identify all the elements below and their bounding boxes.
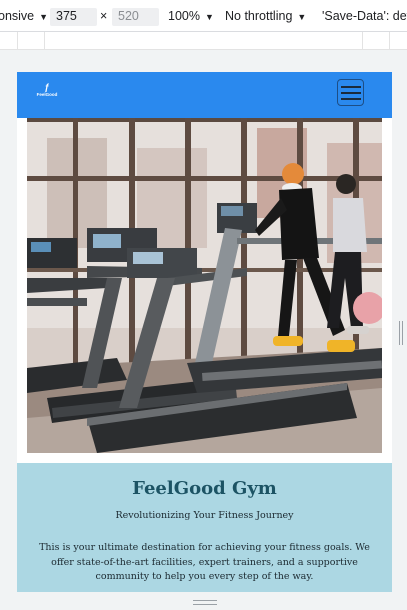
brand-logo[interactable]: ƒ FeelGood xyxy=(36,82,58,97)
hamburger-icon xyxy=(341,98,361,100)
ruler-tick xyxy=(362,32,363,50)
zoom-select[interactable]: 100% ▼ xyxy=(168,9,214,23)
dimension-separator: × xyxy=(100,9,108,23)
throttling-label: No throttling xyxy=(225,9,293,23)
gym-tagline: Revolutionizing Your Fitness Journey xyxy=(115,510,294,521)
chevron-down-icon: ▼ xyxy=(204,12,214,22)
menu-toggle-button[interactable] xyxy=(337,79,364,106)
chevron-down-icon: ▼ xyxy=(297,12,307,22)
gym-intro-section: FeelGood Gym Revolutionizing Your Fitnes… xyxy=(17,463,392,592)
device-canvas: ƒ FeelGood FeelGood Gym Revolutionizing … xyxy=(0,51,407,610)
zoom-label: 100% xyxy=(168,9,200,23)
ruler-tick xyxy=(44,32,45,50)
resize-handle-bottom[interactable] xyxy=(193,600,217,605)
device-mode-select[interactable]: onsive ▼ xyxy=(0,9,48,23)
site-navbar: ƒ FeelGood xyxy=(17,72,392,118)
resize-handle-right[interactable] xyxy=(399,321,403,345)
ruler-tick xyxy=(389,32,390,50)
device-viewport: ƒ FeelGood FeelGood Gym Revolutionizing … xyxy=(17,72,392,592)
throttling-select[interactable]: No throttling ▼ xyxy=(225,9,306,23)
runner-icon: ƒ xyxy=(44,82,50,92)
hamburger-icon xyxy=(341,86,361,88)
height-input[interactable]: 520 xyxy=(112,8,159,26)
ruler-tick xyxy=(17,32,18,50)
save-data-select[interactable]: 'Save-Data': defa xyxy=(322,9,407,23)
hamburger-icon xyxy=(341,92,361,94)
hero-image xyxy=(27,118,382,453)
device-mode-label: onsive xyxy=(0,9,35,23)
gym-title: FeelGood Gym xyxy=(132,478,277,499)
devtools-device-toolbar: onsive ▼ 375 × 520 100% ▼ No throttling ▼ '… xyxy=(0,0,407,32)
gym-description: This is your ultimate destination for ac… xyxy=(39,542,370,582)
media-query-ruler xyxy=(0,32,407,50)
chevron-down-icon: ▼ xyxy=(39,12,49,22)
width-input[interactable]: 375 xyxy=(50,8,97,26)
brand-name: FeelGood xyxy=(36,92,58,97)
